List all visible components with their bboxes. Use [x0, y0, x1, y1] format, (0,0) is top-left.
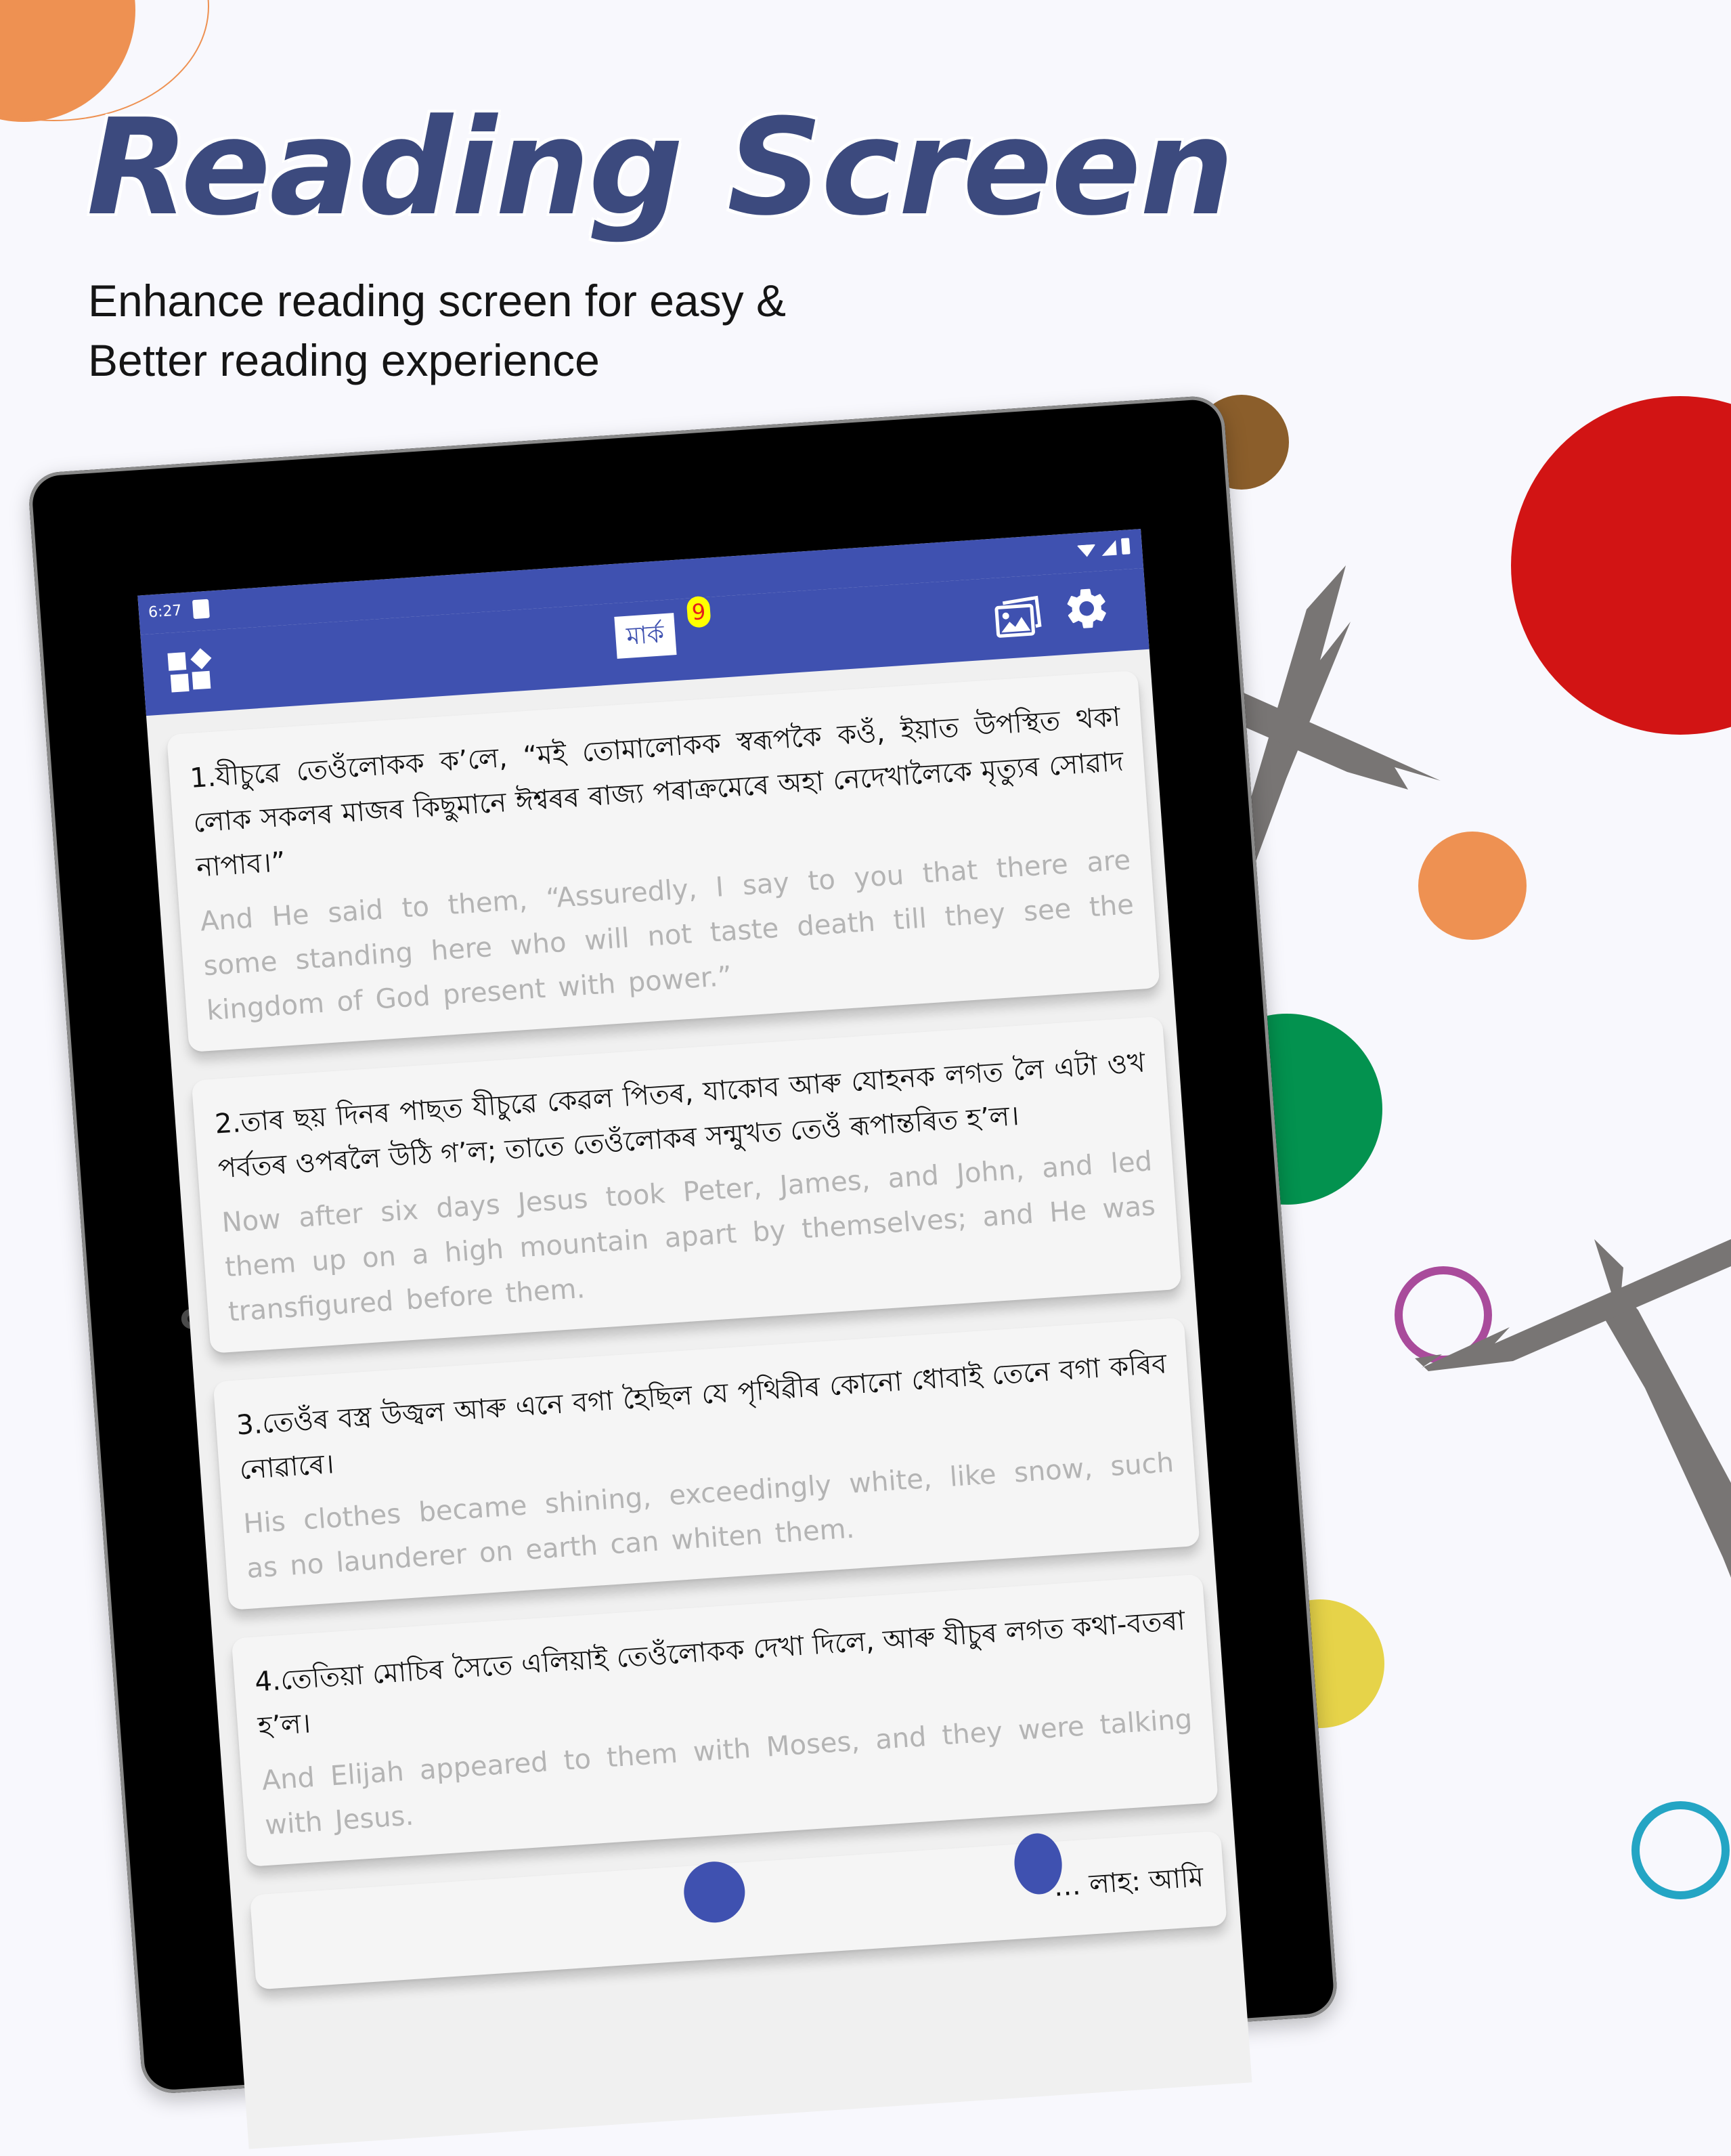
tablet-device: 6:27 মাৰ্ক 9 1.যীচুৱে তেওঁলোকক ক’লে, “মই… [27, 394, 1339, 2149]
status-icons [1076, 538, 1131, 558]
verse-card[interactable]: 3.তেওঁৰ বস্ত্ৰ উজ্বল আৰু এনে বগা হৈছিল য… [213, 1317, 1200, 1610]
battery-icon [1120, 538, 1131, 555]
app-screen: 6:27 মাৰ্ক 9 1.যীচুৱে তেওঁলোকক ক’লে, “মই… [137, 529, 1252, 2149]
dashboard-icon [167, 648, 212, 693]
notification-icon [192, 599, 210, 620]
promo-title: Reading Screen [87, 91, 1234, 245]
book-selector-button[interactable]: মাৰ্ক [614, 613, 677, 659]
gallery-button[interactable] [993, 595, 1043, 639]
verse-card[interactable]: 1.যীচুৱে তেওঁলোকক ক’লে, “মই তোমালোকক স্ব… [167, 670, 1160, 1052]
promo-subtitle-line: Enhance reading screen for easy & [88, 276, 786, 326]
gallery-icon [994, 595, 1042, 638]
book-name: মাৰ্ক [625, 620, 665, 651]
verse-number: 3. [235, 1408, 264, 1442]
signal-icon [1101, 540, 1117, 557]
verse-card[interactable]: 4.তেতিয়া মোচিৰ সৈতে এলিয়াই তেওঁলোকক দে… [231, 1574, 1219, 1867]
promo-subtitle-line: Better reading experience [88, 335, 600, 385]
wifi-icon [1076, 544, 1097, 558]
gear-icon [1067, 588, 1106, 628]
chapter-badge[interactable]: 9 [686, 595, 711, 628]
promo-subtitle: Enhance reading screen for easy & Better… [88, 271, 968, 390]
status-time: 6:27 [148, 602, 183, 622]
verse-card[interactable]: 2.তাৰ ছয় দিনৰ পাছত যীচুৱে কেৱল পিতৰ, যা… [191, 1016, 1182, 1354]
dashboard-menu-button[interactable] [166, 645, 217, 695]
verse-list[interactable]: 1.যীচুৱে তেওঁলোকক ক’লে, “মই তোমালোকক স্ব… [146, 649, 1241, 1991]
decorative-gray-cross-lower [1415, 1239, 1731, 1578]
verse-number: 4. [253, 1665, 282, 1698]
verse-number: 2. [213, 1107, 242, 1140]
verse-number: 1. [189, 761, 217, 794]
settings-button[interactable] [1061, 582, 1113, 634]
